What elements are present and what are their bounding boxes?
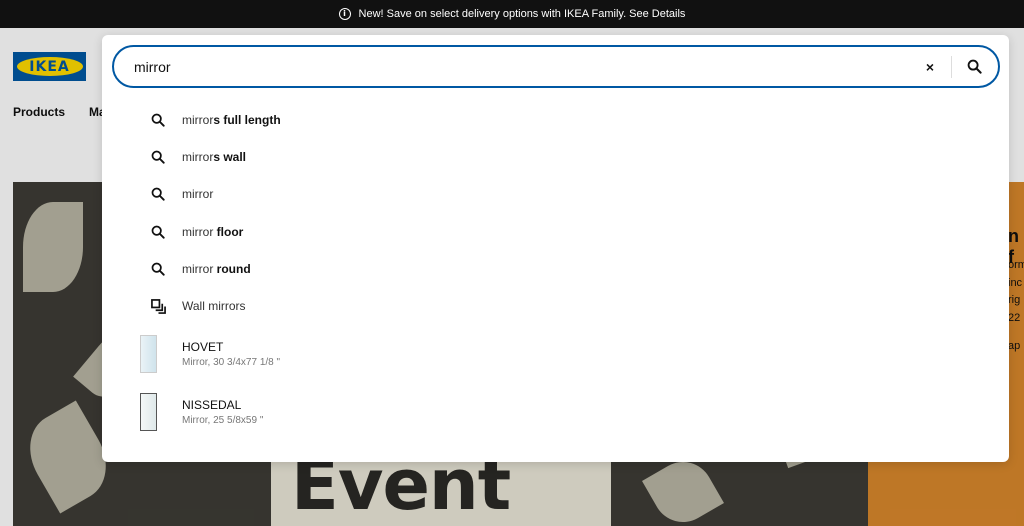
suggestion-prefix: mirror: [182, 150, 214, 164]
category-suggestion[interactable]: Wall mirrors: [150, 296, 246, 316]
search-icon: [150, 149, 166, 165]
suggestion-completion: s wall: [213, 150, 247, 164]
clear-search-button[interactable]: ×: [913, 50, 947, 84]
category-icon: [150, 298, 166, 314]
suggestion-completion: round: [216, 262, 251, 276]
suggestion-item[interactable]: mirror s wall: [150, 147, 246, 167]
suggestion-item[interactable]: mirror floor: [150, 222, 243, 242]
suggestion-item[interactable]: mirror s full length: [150, 110, 281, 130]
search-icon: [150, 112, 166, 128]
search-button[interactable]: [956, 50, 992, 84]
search-icon: [150, 224, 166, 240]
suggestion-prefix: mirror: [182, 187, 214, 201]
suggestion-prefix: mirror: [182, 225, 217, 239]
search-icon: [967, 59, 982, 74]
product-result[interactable]: NISSEDAL Mirror, 25 5/8x59 ": [140, 393, 263, 431]
suggestion-item[interactable]: mirror: [150, 184, 213, 204]
suggestion-prefix: mirror: [182, 113, 214, 127]
product-name: NISSEDAL: [182, 398, 242, 412]
product-thumbnail: [140, 335, 157, 373]
product-thumbnail: [140, 393, 157, 431]
suggestion-completion: floor: [216, 225, 244, 239]
product-description: Mirror, 30 3/4x77 1/8 ": [182, 357, 281, 368]
suggestion-item[interactable]: mirror round: [150, 259, 251, 279]
suggestion-prefix: mirror: [182, 262, 217, 276]
close-icon: ×: [925, 58, 935, 75]
top-banner[interactable]: i New! Save on select delivery options w…: [0, 0, 1024, 28]
search-input[interactable]: [114, 58, 913, 75]
search-icon: [150, 261, 166, 277]
product-name: HOVET: [182, 340, 224, 354]
search-icon: [150, 186, 166, 202]
divider: [951, 55, 952, 78]
product-result[interactable]: HOVET Mirror, 30 3/4x77 1/8 ": [140, 335, 280, 373]
banner-text[interactable]: New! Save on select delivery options wit…: [359, 8, 686, 20]
info-icon: i: [338, 8, 351, 20]
suggestion-completion: s full length: [213, 113, 281, 127]
category-label: Wall mirrors: [182, 299, 246, 313]
product-description: Mirror, 25 5/8x59 ": [182, 415, 264, 426]
search-box: ×: [112, 45, 1000, 88]
search-dropdown: × mirrors full length mirrors wall mirro…: [102, 35, 1009, 462]
